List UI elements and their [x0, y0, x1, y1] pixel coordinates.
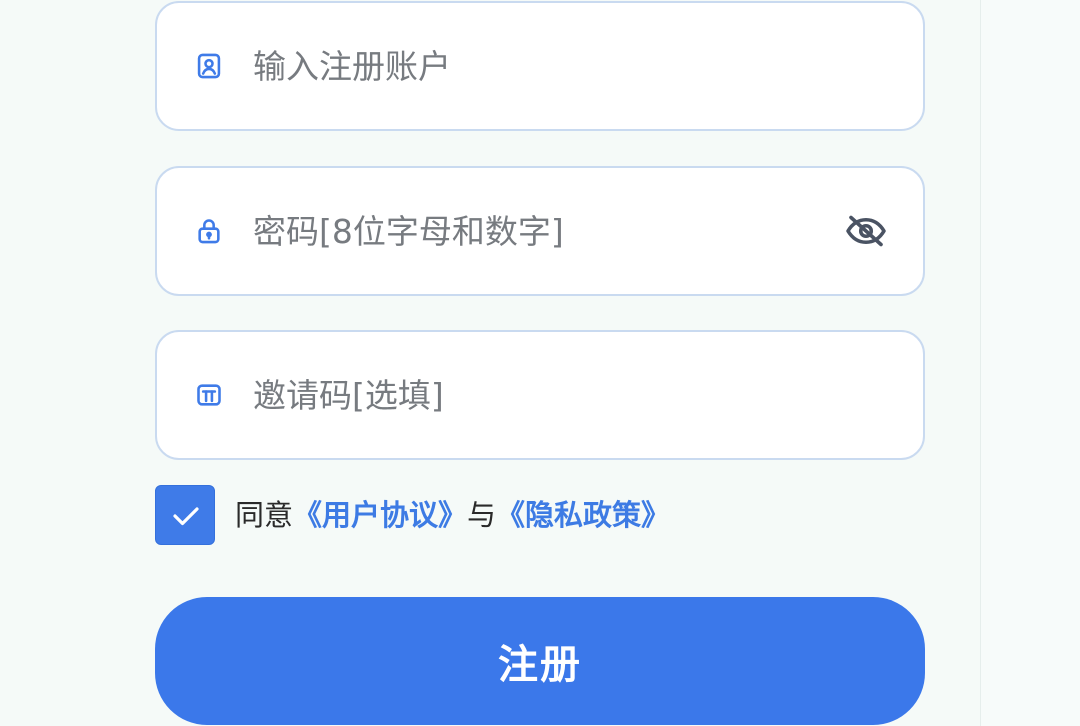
agree-checkbox[interactable]	[155, 485, 215, 545]
password-input[interactable]	[253, 206, 813, 256]
agreement-text: 同意《用户协议》与《隐私政策》	[235, 495, 670, 535]
check-icon	[173, 507, 199, 526]
privacy-policy-link[interactable]: 《隐私政策》	[496, 498, 670, 532]
register-button[interactable]: 注册	[155, 597, 925, 725]
agree-prefix: 同意	[235, 498, 294, 532]
id-card-icon	[197, 53, 221, 79]
account-field[interactable]	[155, 1, 925, 131]
invite-code-field[interactable]	[155, 330, 925, 460]
eye-off-icon[interactable]	[845, 213, 887, 249]
user-agreement-link[interactable]: 《用户协议》	[293, 498, 467, 532]
right-panel-edge	[980, 0, 1080, 726]
password-field[interactable]	[155, 166, 925, 296]
account-input[interactable]	[253, 41, 813, 91]
invite-code-input[interactable]	[253, 370, 813, 420]
lock-icon	[198, 219, 220, 244]
agreement-row: 同意《用户协议》与《隐私政策》	[155, 485, 925, 545]
gift-icon	[197, 384, 221, 406]
agree-joiner: 与	[467, 498, 497, 532]
